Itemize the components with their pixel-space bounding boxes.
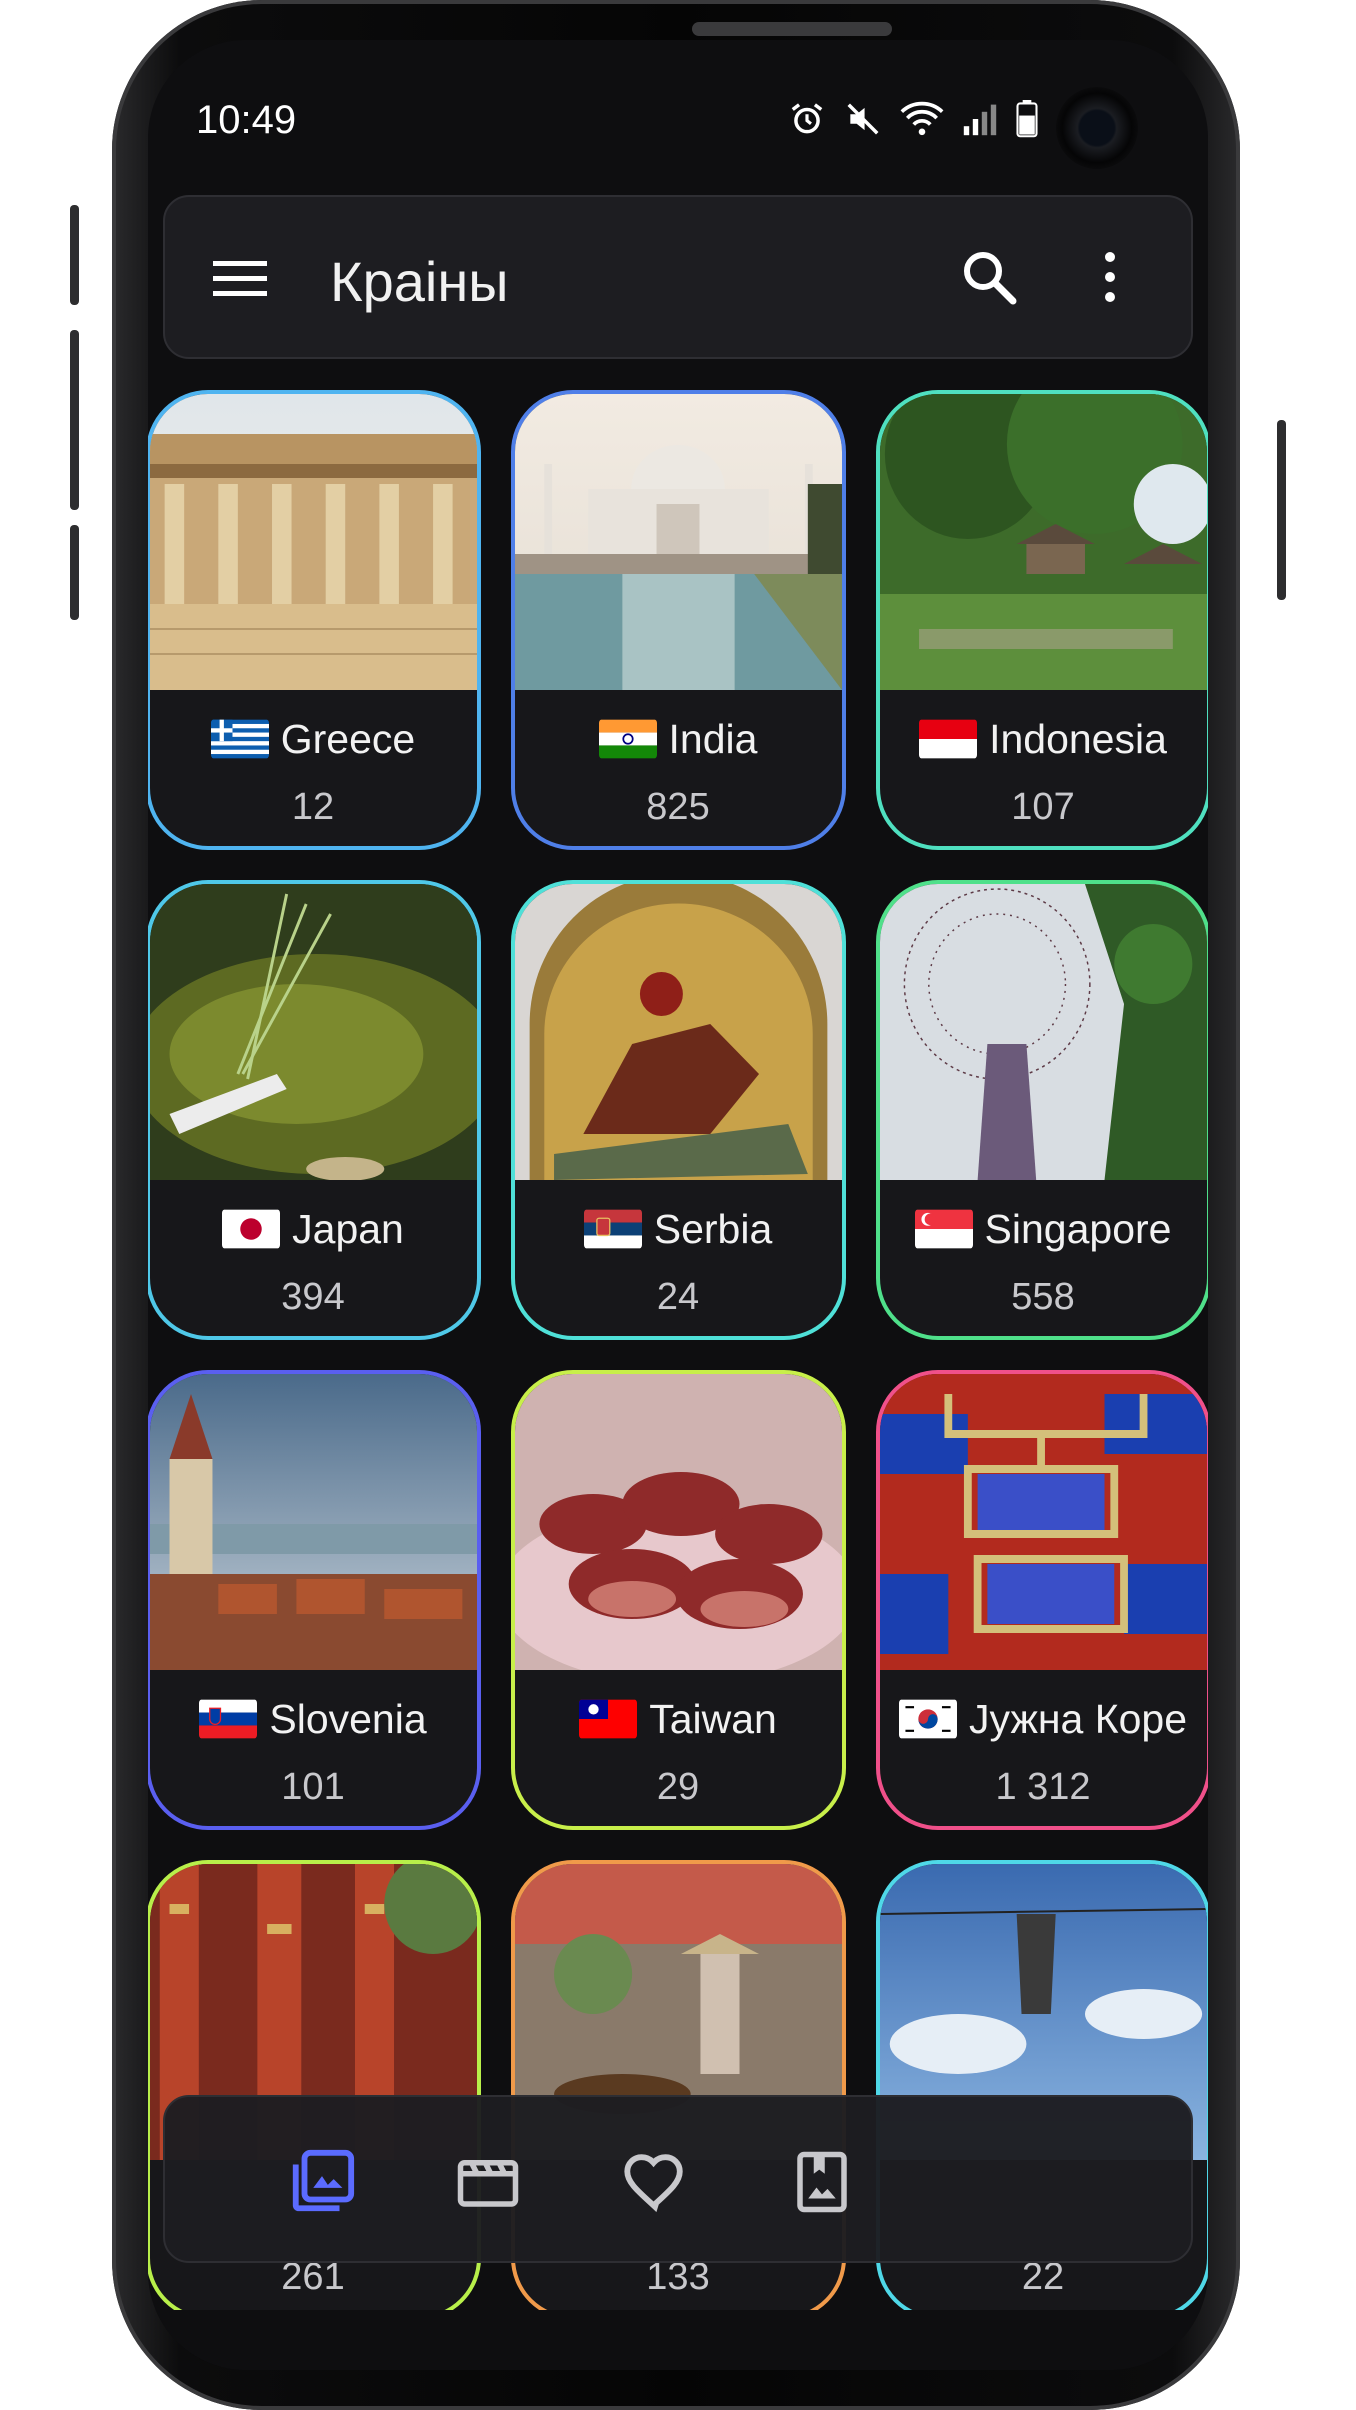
country-grid: Greece 12 India 825 Indonesia 107 Japan …	[148, 390, 1208, 2320]
country-name: Serbia	[653, 1206, 773, 1252]
country-name: India	[668, 716, 758, 762]
bottom-navigation	[163, 2095, 1193, 2263]
heart-icon	[624, 2154, 683, 2213]
photo-library-icon	[292, 2149, 355, 2212]
country-photo	[149, 884, 477, 1180]
country-name: Indonesia	[989, 716, 1167, 762]
bixby-button	[70, 525, 79, 620]
system-bottom-area	[148, 2310, 1208, 2370]
power-button	[1277, 420, 1286, 600]
mute-icon	[847, 103, 879, 135]
photo-count: 558	[1011, 1276, 1075, 1318]
wifi-icon	[900, 101, 944, 136]
country-photo	[879, 884, 1207, 1180]
country-label: India	[515, 716, 842, 763]
app-bar: Краіны	[163, 195, 1193, 359]
status-bar: 10:49	[148, 40, 1208, 200]
country-card-serbia[interactable]: Serbia 24	[510, 880, 846, 1340]
flag-greece-icon	[210, 719, 269, 759]
country-card-japan[interactable]: Japan 394	[148, 880, 481, 1340]
status-clock: 10:49	[196, 98, 297, 142]
flag-south-korea-icon	[898, 1699, 957, 1739]
photo-count: 394	[281, 1276, 345, 1318]
status-icons	[788, 100, 1038, 138]
country-name: Јужна Коре	[968, 1696, 1187, 1742]
page-title: Краіны	[330, 250, 509, 313]
signal-icon	[963, 104, 997, 136]
country-label: Japan	[150, 1206, 477, 1253]
country-name: Taiwan	[649, 1696, 777, 1742]
country-photo	[514, 884, 842, 1180]
country-label: Greece	[150, 716, 477, 763]
flag-singapore-icon	[914, 1209, 973, 1249]
search-icon	[964, 252, 1017, 305]
nav-collections[interactable]	[777, 2137, 867, 2227]
more-options-button[interactable]	[1090, 245, 1130, 309]
country-label: Singapore	[880, 1206, 1207, 1253]
photo-count: 12	[291, 786, 335, 828]
country-card-singapore[interactable]: Singapore 558	[875, 880, 1208, 1340]
screen: 10:49 Краіны Greece 12 India 825 Indones…	[148, 40, 1208, 2370]
flag-taiwan-icon	[579, 1699, 638, 1739]
hamburger-menu-icon	[213, 261, 267, 296]
country-label: Taiwan	[515, 1696, 842, 1743]
country-label: Indonesia	[880, 716, 1207, 763]
photo-count: 825	[646, 786, 710, 828]
flag-japan-icon	[222, 1209, 281, 1249]
country-name: Slovenia	[269, 1696, 427, 1742]
country-photo	[149, 1374, 477, 1670]
nav-favorites[interactable]	[610, 2137, 700, 2227]
flag-indonesia-icon	[919, 719, 978, 759]
country-photo	[514, 1374, 842, 1670]
photo-count: 1 312	[995, 1766, 1091, 1808]
front-camera	[1056, 87, 1138, 169]
country-photo	[879, 1374, 1207, 1670]
country-label: Serbia	[515, 1206, 842, 1253]
menu-button[interactable]	[211, 251, 271, 307]
alarm-icon	[791, 103, 823, 134]
country-card-taiwan[interactable]: Taiwan 29	[510, 1370, 846, 1830]
country-card-south-korea[interactable]: Јужна Коре 1 312	[875, 1370, 1208, 1830]
country-name: Japan	[292, 1206, 404, 1252]
flag-serbia-icon	[583, 1209, 642, 1249]
country-photo	[879, 394, 1207, 690]
country-card-indonesia[interactable]: Indonesia 107	[875, 390, 1208, 850]
movie-clapper-icon	[457, 2160, 519, 2207]
country-label: Slovenia	[150, 1696, 477, 1743]
nav-videos[interactable]	[443, 2137, 533, 2227]
more-vert-icon	[1105, 252, 1115, 302]
search-button[interactable]	[957, 245, 1021, 309]
photo-count: 24	[656, 1276, 700, 1318]
flag-slovenia-icon	[199, 1699, 258, 1739]
photo-count: 101	[281, 1766, 345, 1808]
photo-count: 107	[1011, 786, 1075, 828]
nav-photos[interactable]	[277, 2137, 367, 2227]
photo-count: 29	[656, 1766, 700, 1808]
country-card-greece[interactable]: Greece 12	[148, 390, 481, 850]
country-label: Јужна Коре	[880, 1696, 1207, 1743]
country-photo	[149, 394, 477, 690]
country-card-slovenia[interactable]: Slovenia 101	[148, 1370, 481, 1830]
battery-icon	[1016, 100, 1038, 138]
bookmark-photo-icon	[797, 2151, 847, 2213]
country-name: Singapore	[984, 1206, 1172, 1252]
country-name: Greece	[280, 716, 416, 762]
country-photo	[514, 394, 842, 690]
speaker-grille	[692, 22, 892, 36]
country-card-india[interactable]: India 825	[510, 390, 846, 850]
flag-india-icon	[598, 719, 657, 759]
volume-up-button	[70, 205, 79, 305]
volume-down-button	[70, 330, 79, 510]
